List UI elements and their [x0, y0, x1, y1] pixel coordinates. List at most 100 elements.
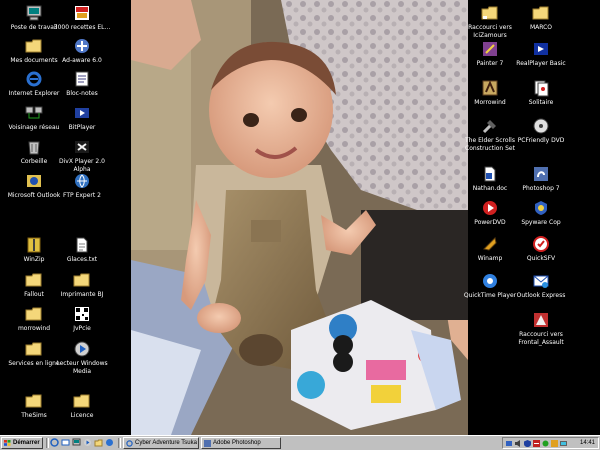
taskbar-task-label: Cyber Adventure Tsuka :...	[135, 440, 199, 446]
folder-icon	[25, 340, 43, 358]
divx-icon	[73, 138, 91, 156]
tray-network-icon[interactable]	[506, 440, 513, 447]
desktop-icon-label: PCFriendly DVD	[517, 137, 565, 144]
tray-display-icon[interactable]	[560, 440, 567, 447]
folder-icon	[73, 392, 91, 410]
desktop-icon-lecteur-windows-media[interactable]: Lecteur Windows Media	[49, 340, 115, 375]
folder-icon	[532, 4, 550, 22]
desktop-icon-label: Imprimante BJ	[60, 291, 104, 298]
desktop-icon-jvpcie[interactable]: JvPcie	[49, 305, 115, 333]
desktop-icon-marco[interactable]: MARCO	[508, 4, 574, 32]
winzip-icon	[25, 236, 43, 254]
photoshop-icon	[532, 165, 550, 183]
tray-volume-icon[interactable]	[515, 440, 522, 447]
winamp-icon	[481, 235, 499, 253]
desktop-icon-solitaire[interactable]: Solitaire	[508, 79, 574, 107]
start-button[interactable]: Démarrer	[1, 437, 43, 449]
desktop-icon-divx-player[interactable]: DivX Player 2.0 Alpha	[49, 138, 115, 173]
desktop-icon-label: Glaces.txt	[66, 256, 98, 263]
media-player-icon	[73, 340, 91, 358]
quicksfv-icon	[532, 235, 550, 253]
taskbar-clock[interactable]: 14:41	[580, 438, 595, 448]
windows-flag-icon	[4, 440, 11, 446]
desktop-icon-ad-aware[interactable]: Ad-aware 6.0	[49, 37, 115, 65]
quicklaunch-media-player-icon[interactable]	[83, 438, 92, 447]
quicklaunch-outlook-express-icon[interactable]	[61, 438, 70, 447]
recycle-bin-icon	[25, 138, 43, 156]
taskbar: Démarrer Cyber Adventure Tsuka :... Adob…	[0, 435, 600, 450]
desktop-icon-outlook-express[interactable]: Outlook Express	[508, 272, 574, 300]
painter-icon	[481, 40, 499, 58]
desktop-icon-label: Ad-aware 6.0	[62, 57, 102, 64]
network-icon	[25, 104, 43, 122]
desktop-icon-licence[interactable]: Licence	[49, 392, 115, 420]
wallpaper-photo	[131, 0, 468, 435]
recipes-icon	[73, 4, 91, 22]
desktop-icon-bloc-notes[interactable]: Bloc-notes	[49, 70, 115, 98]
tray-antivirus-icon[interactable]	[533, 440, 540, 447]
realplayer-icon	[532, 40, 550, 58]
solitaire-icon	[532, 79, 550, 97]
desktop-icon-label: MARCO	[529, 24, 553, 31]
folder-icon	[25, 271, 43, 289]
ftp-icon	[73, 172, 91, 190]
desktop-icon-label: Bloc-notes	[66, 90, 98, 97]
notepad-icon	[73, 70, 91, 88]
desktop-icon-realplayer[interactable]: RealPlayer Basic	[508, 40, 574, 68]
text-file-icon	[73, 236, 91, 254]
taskbar-task-label: Adobe Photoshop	[213, 440, 261, 446]
desktop-icon-spyware-cop[interactable]: Spyware Cop	[508, 199, 574, 227]
desktop-icon-ftp-expert[interactable]: FTP Expert 2	[49, 172, 115, 200]
taskbar-task-cyber-adventure[interactable]: Cyber Adventure Tsuka :...	[123, 437, 199, 449]
taskbar-separator	[118, 438, 121, 448]
desktop-icon-label: DivX Player 2.0 Alpha	[59, 158, 105, 173]
ie-icon	[126, 440, 133, 447]
tray-messenger-icon[interactable]	[542, 440, 549, 447]
morrowind-icon	[481, 79, 499, 97]
wallpaper-photo-image	[131, 0, 468, 435]
folder-icon	[25, 305, 43, 323]
tray-shield-icon[interactable]	[524, 440, 531, 447]
desktop-icon-label: Solitaire	[528, 99, 554, 106]
quicklaunch-explorer-icon[interactable]	[94, 438, 103, 447]
dvd-icon	[532, 117, 550, 135]
desktop-icon-bitplayer[interactable]: BitPlayer	[49, 104, 115, 132]
adaware-icon	[73, 37, 91, 55]
desktop-icon-pcfriendly-dvd[interactable]: PCFriendly DVD	[508, 117, 574, 145]
bitplayer-icon	[73, 104, 91, 122]
desktop-icon-label: JvPcie	[73, 325, 91, 332]
desktop-icon-label: FTP Expert 2	[63, 192, 101, 199]
desktop-icon-quicksfv[interactable]: QuickSFV	[508, 235, 574, 263]
desktop-icon-photoshop-7[interactable]: Photoshop 7	[508, 165, 574, 193]
folder-icon	[25, 392, 43, 410]
powerdvd-icon	[481, 199, 499, 217]
ie-icon	[25, 70, 43, 88]
word-doc-icon	[481, 165, 499, 183]
desktop-icon-label: RealPlayer Basic	[516, 60, 566, 67]
desktop-icon-3000-recettes[interactable]: 3000 recettes EL...	[49, 4, 115, 32]
desktop-icon-label: QuickSFV	[526, 255, 556, 262]
desktop-icon-raccourci-frontal-assault[interactable]: Raccourci vers Frontal_Assault	[508, 311, 574, 346]
desktop-icon-label: Lecteur Windows Media	[56, 360, 108, 375]
tray-app-icon[interactable]	[551, 440, 558, 447]
spywarecop-icon	[532, 199, 550, 217]
system-tray: 14:41	[502, 437, 599, 449]
desktop-icon-label: Outlook Express	[516, 292, 566, 299]
quicklaunch-app-icon[interactable]	[105, 438, 114, 447]
computer-icon	[25, 4, 43, 22]
desktop-icon-label: Licence	[70, 412, 94, 419]
photoshop-icon	[204, 440, 211, 447]
desktop-icon-label: Raccourci vers Frontal_Assault	[518, 331, 564, 346]
taskbar-separator	[46, 438, 49, 448]
start-button-label: Démarrer	[13, 440, 40, 446]
desktop-icon-label: BitPlayer	[68, 124, 96, 131]
quicklaunch-show-desktop-icon[interactable]	[72, 438, 81, 447]
desktop-icon-label: 3000 recettes EL...	[53, 24, 111, 31]
desktop-icon-imprimante-bj[interactable]: Imprimante BJ	[49, 271, 115, 299]
folder-icon	[73, 271, 91, 289]
desktop-icon-glaces-txt[interactable]: Glaces.txt	[49, 236, 115, 264]
outlook-icon	[25, 172, 43, 190]
quicklaunch-ie-icon[interactable]	[50, 438, 59, 447]
taskbar-task-adobe-photoshop[interactable]: Adobe Photoshop	[201, 437, 281, 449]
desktop: Poste de travail 3000 recettes EL... Mes…	[0, 0, 600, 435]
